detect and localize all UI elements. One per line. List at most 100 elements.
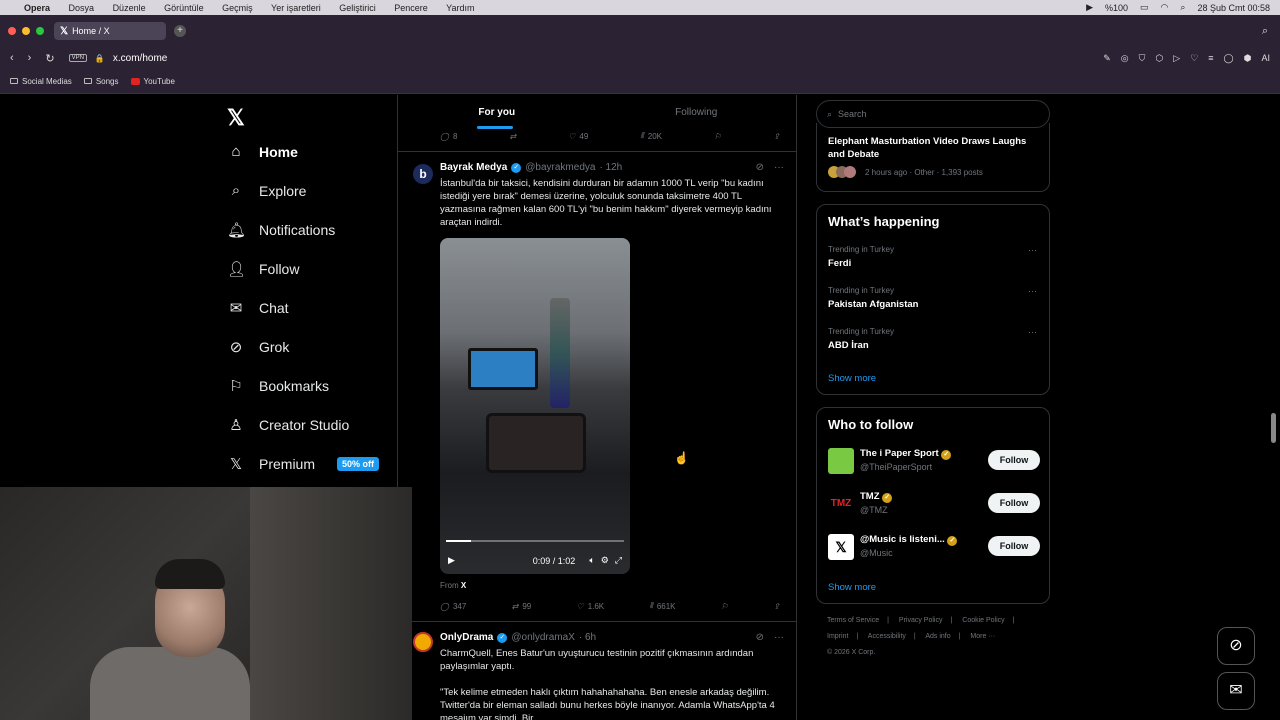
bookmark-social-medias[interactable]: Social Medias [10,77,72,86]
new-tab-button[interactable]: + [174,25,186,37]
follow-suggestion[interactable]: The i Paper Sport ✓ @TheiPaperSport Foll… [828,446,1040,476]
menu-item-gecmis[interactable]: Geçmiş [222,3,253,13]
news-card[interactable]: Elephant Masturbation Video Draws Laughs… [816,123,1050,192]
volume-icon[interactable]: 🔈︎ [589,555,594,566]
follow-suggestion[interactable]: TMZ TMZ ✓ @TMZ Follow [828,489,1040,519]
tab-for-you[interactable]: For you [397,95,597,131]
bookmark-songs[interactable]: Songs [83,77,119,86]
footer-privacy[interactable]: Privacy Policy [899,617,943,624]
footer-imprint[interactable]: Imprint [827,633,848,640]
nav-follow[interactable]: 👤︎ Follow [227,260,299,278]
tweet-time[interactable]: · 6h [579,632,596,643]
menu-item-yer-isaretleri[interactable]: Yer işaretleri [271,3,321,13]
like-button[interactable]: ♡ 49 [568,131,588,141]
more-icon[interactable]: ··· [1028,245,1037,255]
lock-icon[interactable]: 🔒 [95,54,105,63]
views-button[interactable]: ⫴ 661K [649,601,675,611]
search-icon[interactable]: ⌕ [1180,2,1185,13]
share-button[interactable]: ⇪ [773,601,780,611]
like-button[interactable]: ♡ 1.6K [577,601,605,611]
menu-item-dosya[interactable]: Dosya [69,3,95,13]
grok-icon[interactable]: ⊘ [756,632,764,643]
ai-button[interactable]: AI [1261,53,1270,64]
close-window-button[interactable] [8,27,16,35]
show-more-link[interactable]: Show more [828,582,876,593]
maximize-window-button[interactable] [36,27,44,35]
footer-ads-info[interactable]: Ads info [925,633,950,640]
messages-button[interactable]: ✉ [1217,672,1255,710]
heart-icon[interactable]: ♡ [1190,53,1198,64]
follow-button[interactable]: Follow [988,536,1040,556]
footer-terms[interactable]: Terms of Service [827,617,879,624]
tweet-bayrak-medya[interactable]: b Bayrak Medya ✓ @bayrakmedya · 12h ⊘ ··… [397,151,796,621]
nav-home[interactable]: ⌂ Home [227,143,297,160]
author-handle[interactable]: @onlydramaX [511,632,575,643]
clock[interactable]: 28 Şub Cmt 00:58 [1197,3,1270,13]
nav-creator-studio[interactable]: ♙ Creator Studio [227,416,349,434]
vpn-badge[interactable]: VPN [68,54,87,62]
nav-chat[interactable]: ✉ Chat [227,299,289,317]
nav-bookmarks[interactable]: ⚐ Bookmarks [227,377,329,395]
profile-icon[interactable]: ◯ [1224,53,1234,64]
more-icon[interactable]: ··· [774,632,784,643]
scrollbar[interactable] [1271,413,1276,443]
footer-cookie[interactable]: Cookie Policy [962,617,1004,624]
author-name[interactable]: Bayrak Medya [440,162,507,173]
menu-item-goruntule[interactable]: Görüntüle [164,3,204,13]
repost-button[interactable]: ⇄ 99 [512,601,532,611]
follow-suggestion[interactable]: 𝕏 @Music is listeni... ✓ @Music Follow [828,532,1040,562]
show-more-link[interactable]: Show more [828,373,876,384]
follow-button[interactable]: Follow [988,450,1040,470]
avatar[interactable] [413,632,433,652]
x-logo-icon[interactable]: 𝕏 [227,105,245,131]
bookmark-button[interactable]: ⚐ [721,601,728,611]
nav-grok[interactable]: ⊘ Grok [227,338,290,356]
menu-app-name[interactable]: Opera [24,3,50,13]
avatar[interactable]: 𝕏 [828,534,854,560]
bookmark-youtube[interactable]: YouTube [130,77,175,86]
footer-accessibility[interactable]: Accessibility [868,633,906,640]
source-link[interactable]: X [461,581,466,590]
url-field[interactable]: x.com/home [113,53,167,64]
forward-icon[interactable]: › [28,52,32,65]
tab-following[interactable]: Following [597,95,797,131]
browser-tab[interactable]: 𝕏 Home / X [54,22,166,40]
minimize-window-button[interactable] [22,27,30,35]
wifi-icon[interactable]: ◠ [1161,2,1169,13]
video-player[interactable]: ▶ 0:09 / 1:02 🔈︎ ⚙ ⤢ [440,238,630,574]
avatar[interactable] [828,448,854,474]
edit-icon[interactable]: ✎ [1103,53,1111,64]
battery-icon[interactable]: ▭ [1140,2,1149,13]
avatar[interactable]: TMZ [828,491,854,517]
shield-icon[interactable]: ⛉ [1139,53,1146,64]
views-button[interactable]: ⫴ 20K [640,131,662,141]
video-progress-bar[interactable] [446,540,624,542]
play-icon[interactable]: ▶ [448,555,455,566]
cube-icon[interactable]: ⬢ [1244,53,1252,64]
more-icon[interactable]: ··· [774,162,784,173]
repost-button[interactable]: ⇄ [509,131,516,141]
bookmark-button[interactable]: ⚐ [714,131,721,141]
nav-notifications[interactable]: 🔔︎ Notifications [227,221,335,239]
author-name[interactable]: OnlyDrama [440,632,493,643]
share-button[interactable]: ⇪ [773,131,780,141]
nav-premium[interactable]: 𝕏 Premium 50% off [227,455,380,473]
reload-icon[interactable]: ↻ [45,52,54,65]
tab-search-icon[interactable]: ⌕ [1262,25,1268,38]
avatar[interactable]: b [413,164,433,184]
menu-item-duzenle[interactable]: Düzenle [113,3,146,13]
extension-icon[interactable]: ⬡ [1155,53,1163,64]
footer-more[interactable]: More ··· [970,633,995,640]
menu-item-yardim[interactable]: Yardım [446,3,474,13]
author-handle[interactable]: @bayrakmedya [525,162,595,173]
more-icon[interactable]: ··· [1028,327,1037,337]
tweet-time[interactable]: · 12h [599,162,622,173]
reply-button[interactable]: ◯ 347 [440,601,466,611]
nav-explore[interactable]: ⌕ Explore [227,182,307,199]
reply-button[interactable]: ◯ 8 [440,131,457,141]
play-icon[interactable]: ▷ [1173,53,1180,64]
play-icon[interactable]: ▶ [1086,2,1093,13]
more-icon[interactable]: ··· [1028,286,1037,296]
settings-icon[interactable]: ⚙ [601,555,609,566]
grok-icon[interactable]: ⊘ [756,162,764,173]
